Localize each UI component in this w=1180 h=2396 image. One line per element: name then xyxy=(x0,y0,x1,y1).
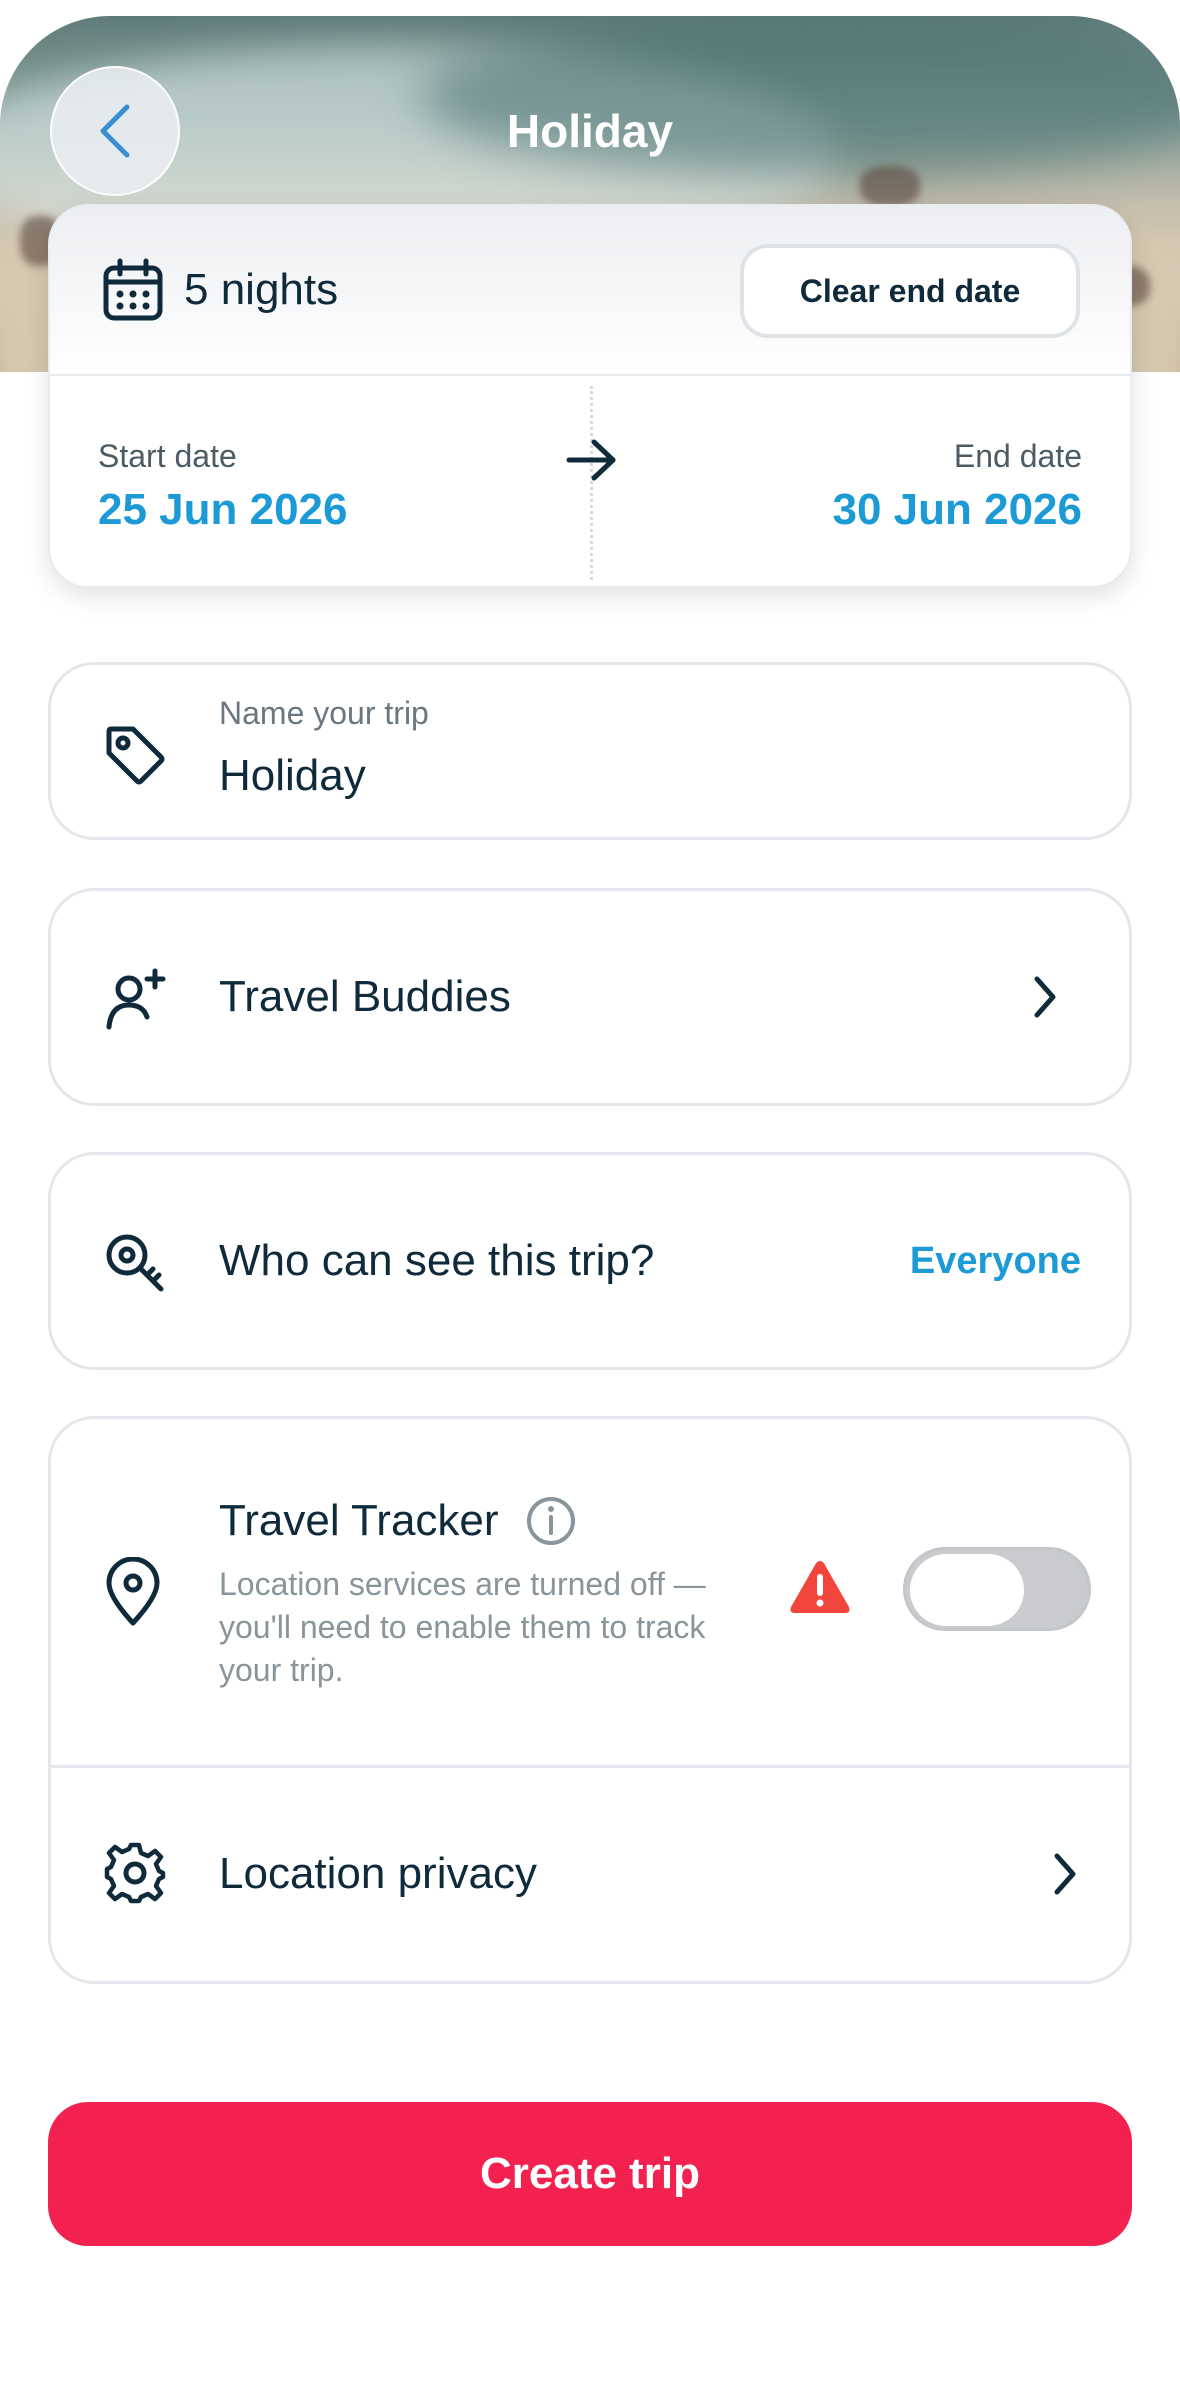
start-date-label: Start date xyxy=(98,438,237,474)
location-privacy-label: Location privacy xyxy=(219,1849,537,1898)
end-date-value: 30 Jun 2026 xyxy=(832,485,1083,534)
date-range: Start date 25 Jun 2026 End date 30 Jun 2… xyxy=(50,376,1130,586)
add-person-icon xyxy=(106,968,166,1030)
warning-icon xyxy=(790,1561,850,1613)
date-divider xyxy=(590,386,593,580)
location-privacy-row[interactable]: Location privacy xyxy=(51,1765,1129,1983)
chevron-right-icon xyxy=(1054,1853,1076,1895)
travel-tracker-card: Travel Tracker Location services are tur… xyxy=(48,1416,1132,1984)
arrow-right-icon xyxy=(566,439,616,481)
trip-visibility-row[interactable]: Who can see this trip? Everyone xyxy=(48,1152,1132,1370)
chevron-right-icon xyxy=(1034,976,1056,1018)
gear-icon xyxy=(104,1842,166,1904)
info-icon[interactable] xyxy=(525,1495,577,1547)
travel-tracker-toggle[interactable] xyxy=(903,1547,1091,1631)
page-title: Holiday xyxy=(506,105,674,157)
create-trip-button[interactable]: Create trip xyxy=(48,2102,1132,2246)
nights-summary: 5 nights xyxy=(102,258,338,322)
calendar-icon xyxy=(103,258,163,321)
trip-visibility-label: Who can see this trip? xyxy=(219,1236,655,1285)
travel-buddies-row[interactable]: Travel Buddies xyxy=(48,888,1132,1106)
end-date-label: End date xyxy=(953,438,1082,474)
location-pin-icon xyxy=(106,1557,160,1626)
start-date-value: 25 Jun 2026 xyxy=(98,485,348,534)
travel-buddies-label: Travel Buddies xyxy=(219,972,511,1021)
travel-tracker-description: Location services are turned off — you'l… xyxy=(219,1566,706,1688)
clear-end-date-button[interactable]: Clear end date xyxy=(740,244,1080,338)
toggle-knob xyxy=(910,1554,1024,1626)
end-date[interactable]: End date 30 Jun 2026 xyxy=(833,438,1083,535)
trip-name-input[interactable]: Holiday xyxy=(219,751,366,801)
tag-icon xyxy=(106,726,165,785)
date-card: 5 nights Clear end date Start date 25 Ju… xyxy=(48,204,1132,588)
trip-name-field[interactable]: Name your trip Holiday xyxy=(48,662,1132,840)
nights-label: 5 nights xyxy=(184,265,339,314)
search-key-icon xyxy=(106,1234,164,1292)
trip-visibility-value[interactable]: Everyone xyxy=(910,1155,1081,1367)
travel-tracker-label: Travel Tracker xyxy=(219,1496,499,1545)
trip-name-label: Name your trip xyxy=(219,695,429,731)
start-date[interactable]: Start date 25 Jun 2026 xyxy=(98,438,348,535)
travel-tracker-title: Travel Tracker xyxy=(219,1495,577,1547)
date-card-header: 5 nights Clear end date xyxy=(50,206,1130,376)
